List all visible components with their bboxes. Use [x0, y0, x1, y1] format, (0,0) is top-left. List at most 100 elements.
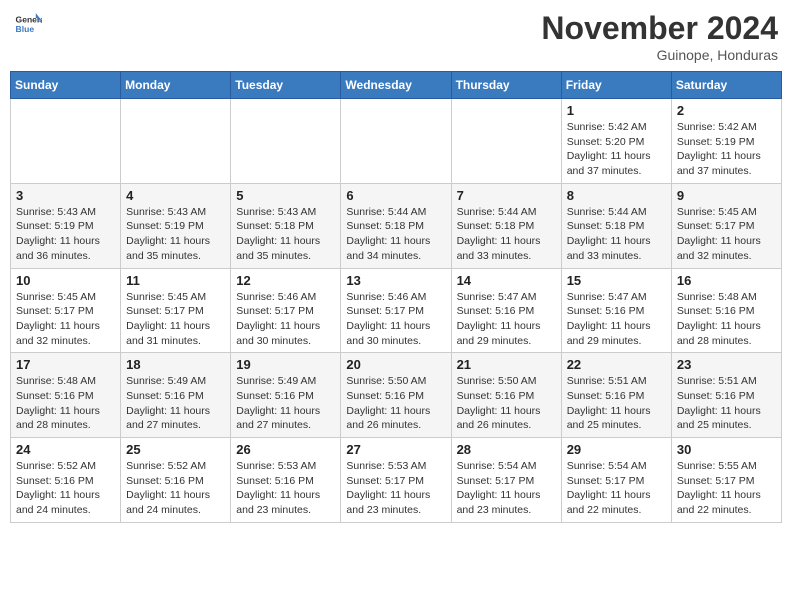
day-info: Sunrise: 5:51 AMSunset: 5:16 PMDaylight:…	[677, 374, 776, 433]
col-header-sunday: Sunday	[11, 72, 121, 99]
calendar-cell: 9Sunrise: 5:45 AMSunset: 5:17 PMDaylight…	[671, 183, 781, 268]
day-info: Sunrise: 5:43 AMSunset: 5:19 PMDaylight:…	[126, 205, 225, 264]
col-header-monday: Monday	[121, 72, 231, 99]
svg-text:Blue: Blue	[16, 24, 35, 34]
day-number: 7	[457, 188, 556, 203]
day-number: 30	[677, 442, 776, 457]
calendar-cell: 18 Sunrise: 5:49 AMSunset: 5:16 PMDayligh…	[121, 353, 231, 438]
day-info: Sunrise: 5:44 AMSunset: 5:18 PMDaylight:…	[346, 205, 445, 264]
calendar-cell: 28 Sunrise: 5:54 AMSunset: 5:17 PMDayligh…	[451, 438, 561, 523]
calendar-table: SundayMondayTuesdayWednesdayThursdayFrid…	[10, 71, 782, 523]
calendar-cell: 3Sunrise: 5:43 AMSunset: 5:19 PMDaylight…	[11, 183, 121, 268]
calendar-cell: 27 Sunrise: 5:53 AMSunset: 5:17 PMDayligh…	[341, 438, 451, 523]
day-number: 6	[346, 188, 445, 203]
calendar-cell	[231, 99, 341, 184]
day-number: 17	[16, 357, 115, 372]
day-number: 1	[567, 103, 666, 118]
day-info: Sunrise: 5:44 AMSunset: 5:18 PMDaylight:…	[567, 205, 666, 264]
day-number: 27	[346, 442, 445, 457]
day-info: Sunrise: 5:45 AMSunset: 5:17 PMDaylight:…	[126, 290, 225, 349]
calendar-body: 1 Sunrise: 5:42 AMSunset: 5:20 PMDaylight…	[11, 99, 782, 523]
calendar-cell: 11 Sunrise: 5:45 AMSunset: 5:17 PMDayligh…	[121, 268, 231, 353]
calendar-cell: 25Sunrise: 5:52 AMSunset: 5:16 PMDayligh…	[121, 438, 231, 523]
location-subtitle: Guinope, Honduras	[541, 47, 778, 63]
day-number: 3	[16, 188, 115, 203]
calendar-cell: 20 Sunrise: 5:50 AMSunset: 5:16 PMDayligh…	[341, 353, 451, 438]
day-info: Sunrise: 5:42 AMSunset: 5:20 PMDaylight:…	[567, 120, 666, 179]
day-number: 8	[567, 188, 666, 203]
day-number: 13	[346, 273, 445, 288]
month-title: November 2024	[541, 10, 778, 47]
calendar-cell: 10 Sunrise: 5:45 AMSunset: 5:17 PMDayligh…	[11, 268, 121, 353]
day-number: 29	[567, 442, 666, 457]
day-number: 19	[236, 357, 335, 372]
day-number: 12	[236, 273, 335, 288]
calendar-cell: 15Sunrise: 5:47 AMSunset: 5:16 PMDayligh…	[561, 268, 671, 353]
day-info: Sunrise: 5:44 AMSunset: 5:18 PMDaylight:…	[457, 205, 556, 264]
day-number: 4	[126, 188, 225, 203]
calendar-week-4: 17 Sunrise: 5:48 AMSunset: 5:16 PMDayligh…	[11, 353, 782, 438]
calendar-cell: 19 Sunrise: 5:49 AMSunset: 5:16 PMDayligh…	[231, 353, 341, 438]
day-info: Sunrise: 5:47 AMSunset: 5:16 PMDaylight:…	[567, 290, 666, 349]
day-info: Sunrise: 5:51 AMSunset: 5:16 PMDaylight:…	[567, 374, 666, 433]
day-info: Sunrise: 5:46 AMSunset: 5:17 PMDaylight:…	[236, 290, 335, 349]
col-header-wednesday: Wednesday	[341, 72, 451, 99]
calendar-week-1: 1 Sunrise: 5:42 AMSunset: 5:20 PMDaylight…	[11, 99, 782, 184]
day-info: Sunrise: 5:49 AMSunset: 5:16 PMDaylight:…	[236, 374, 335, 433]
day-info: Sunrise: 5:48 AMSunset: 5:16 PMDaylight:…	[16, 374, 115, 433]
day-number: 28	[457, 442, 556, 457]
day-number: 18	[126, 357, 225, 372]
calendar-cell: 13 Sunrise: 5:46 AMSunset: 5:17 PMDayligh…	[341, 268, 451, 353]
day-info: Sunrise: 5:54 AMSunset: 5:17 PMDaylight:…	[567, 459, 666, 518]
calendar-week-2: 3 Sunrise: 5:43 AMSunset: 5:19 PMDaylight…	[11, 183, 782, 268]
calendar-cell: 26 Sunrise: 5:53 AMSunset: 5:16 PMDayligh…	[231, 438, 341, 523]
day-info: Sunrise: 5:52 AMSunset: 5:16 PMDaylight:…	[16, 459, 115, 518]
day-info: Sunrise: 5:42 AMSunset: 5:19 PMDaylight:…	[677, 120, 776, 179]
day-number: 25	[126, 442, 225, 457]
calendar-cell: 30Sunrise: 5:55 AMSunset: 5:17 PMDayligh…	[671, 438, 781, 523]
day-info: Sunrise: 5:53 AMSunset: 5:16 PMDaylight:…	[236, 459, 335, 518]
logo: General Blue	[14, 10, 42, 38]
calendar-cell: 22 Sunrise: 5:51 AMSunset: 5:16 PMDayligh…	[561, 353, 671, 438]
title-block: November 2024 Guinope, Honduras	[541, 10, 778, 63]
calendar-cell	[341, 99, 451, 184]
col-header-saturday: Saturday	[671, 72, 781, 99]
page-header: General Blue November 2024 Guinope, Hond…	[10, 10, 782, 63]
day-info: Sunrise: 5:45 AMSunset: 5:17 PMDaylight:…	[16, 290, 115, 349]
day-number: 22	[567, 357, 666, 372]
calendar-cell: 21 Sunrise: 5:50 AMSunset: 5:16 PMDayligh…	[451, 353, 561, 438]
calendar-cell: 7 Sunrise: 5:44 AMSunset: 5:18 PMDaylight…	[451, 183, 561, 268]
day-number: 10	[16, 273, 115, 288]
day-info: Sunrise: 5:47 AMSunset: 5:16 PMDaylight:…	[457, 290, 556, 349]
day-info: Sunrise: 5:48 AMSunset: 5:16 PMDaylight:…	[677, 290, 776, 349]
day-number: 9	[677, 188, 776, 203]
logo-icon: General Blue	[14, 10, 42, 38]
day-info: Sunrise: 5:54 AMSunset: 5:17 PMDaylight:…	[457, 459, 556, 518]
day-info: Sunrise: 5:53 AMSunset: 5:17 PMDaylight:…	[346, 459, 445, 518]
calendar-cell: 24Sunrise: 5:52 AMSunset: 5:16 PMDayligh…	[11, 438, 121, 523]
day-number: 20	[346, 357, 445, 372]
day-info: Sunrise: 5:50 AMSunset: 5:16 PMDaylight:…	[457, 374, 556, 433]
calendar-week-3: 10 Sunrise: 5:45 AMSunset: 5:17 PMDayligh…	[11, 268, 782, 353]
calendar-cell	[121, 99, 231, 184]
day-number: 16	[677, 273, 776, 288]
calendar-cell: 12 Sunrise: 5:46 AMSunset: 5:17 PMDayligh…	[231, 268, 341, 353]
calendar-cell: 17 Sunrise: 5:48 AMSunset: 5:16 PMDayligh…	[11, 353, 121, 438]
day-info: Sunrise: 5:50 AMSunset: 5:16 PMDaylight:…	[346, 374, 445, 433]
calendar-cell: 16 Sunrise: 5:48 AMSunset: 5:16 PMDayligh…	[671, 268, 781, 353]
day-info: Sunrise: 5:49 AMSunset: 5:16 PMDaylight:…	[126, 374, 225, 433]
calendar-cell: 1 Sunrise: 5:42 AMSunset: 5:20 PMDaylight…	[561, 99, 671, 184]
col-header-friday: Friday	[561, 72, 671, 99]
calendar-cell	[11, 99, 121, 184]
day-number: 21	[457, 357, 556, 372]
day-number: 11	[126, 273, 225, 288]
calendar-cell: 5Sunrise: 5:43 AMSunset: 5:18 PMDaylight…	[231, 183, 341, 268]
calendar-week-5: 24Sunrise: 5:52 AMSunset: 5:16 PMDayligh…	[11, 438, 782, 523]
calendar-cell: 23Sunrise: 5:51 AMSunset: 5:16 PMDayligh…	[671, 353, 781, 438]
calendar-cell: 2 Sunrise: 5:42 AMSunset: 5:19 PMDaylight…	[671, 99, 781, 184]
day-number: 5	[236, 188, 335, 203]
day-number: 2	[677, 103, 776, 118]
calendar-cell	[451, 99, 561, 184]
day-number: 26	[236, 442, 335, 457]
day-info: Sunrise: 5:46 AMSunset: 5:17 PMDaylight:…	[346, 290, 445, 349]
